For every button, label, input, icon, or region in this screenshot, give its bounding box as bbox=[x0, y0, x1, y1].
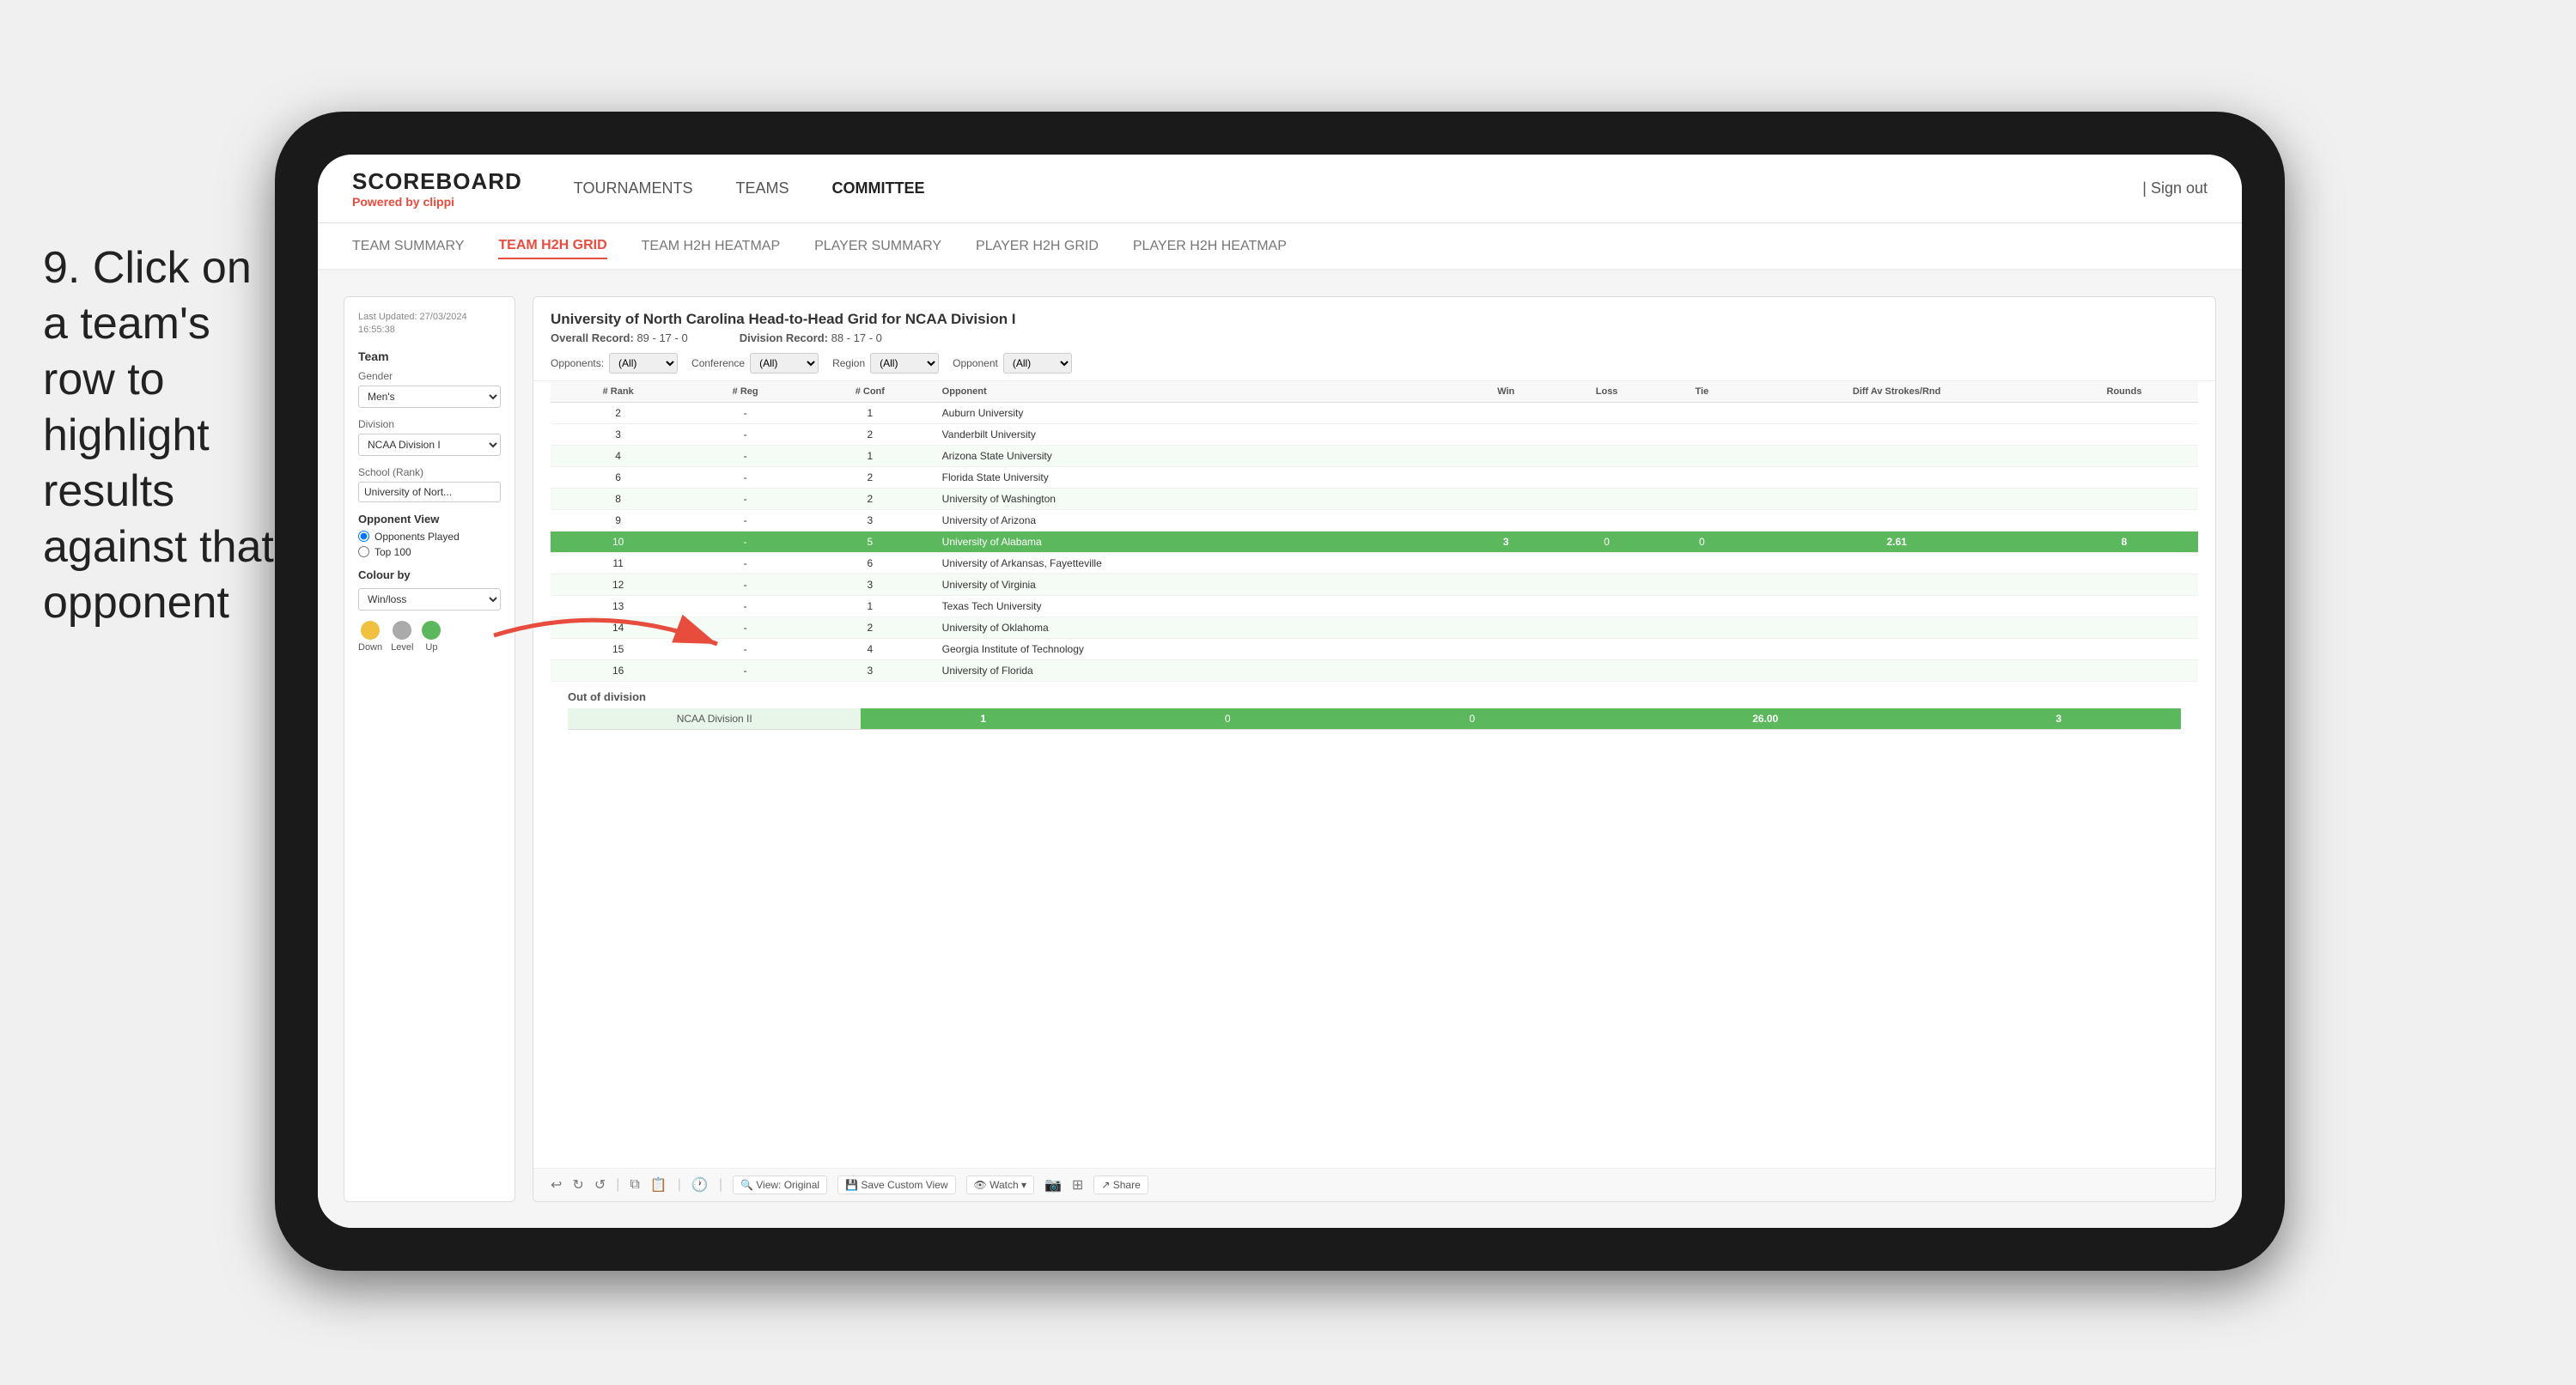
colour-by-select[interactable]: Win/loss bbox=[358, 588, 501, 610]
division-select[interactable]: NCAA Division I bbox=[358, 434, 501, 456]
table-row[interactable]: 14 - 2 University of Oklahoma bbox=[551, 617, 2198, 639]
out-division-table: NCAA Division II 1 0 0 26.00 3 bbox=[551, 708, 2198, 738]
save-custom-btn[interactable]: 💾 Save Custom View bbox=[837, 1175, 955, 1194]
grid-title: University of North Carolina Head-to-Hea… bbox=[551, 311, 2198, 328]
watch-btn[interactable]: 👁 Watch ▾ bbox=[966, 1175, 1035, 1194]
col-rank: # Rank bbox=[551, 381, 685, 403]
colour-by-title: Colour by bbox=[358, 568, 501, 581]
sign-out-link[interactable]: | Sign out bbox=[2142, 179, 2208, 197]
bottom-toolbar: ↩ ↻ ↺ | ⧉ 📋 | 🕐 | 🔍 View: Original 💾 Sav… bbox=[533, 1168, 2215, 1201]
table-row[interactable]: 4 - 1 Arizona State University bbox=[551, 446, 2198, 467]
tab-player-h2h-grid[interactable]: PLAYER H2H GRID bbox=[976, 234, 1099, 258]
table-row[interactable]: 11 - 6 University of Arkansas, Fayettevi… bbox=[551, 553, 2198, 574]
col-win: Win bbox=[1459, 381, 1553, 403]
school-label: School (Rank) bbox=[358, 466, 501, 478]
opponents-label: Opponents: bbox=[551, 357, 604, 369]
opponent-select[interactable]: (All) bbox=[1003, 353, 1072, 374]
nav-tournaments[interactable]: TOURNAMENTS bbox=[574, 175, 693, 202]
radio-opponents-played[interactable]: Opponents Played bbox=[358, 531, 501, 543]
share-btn[interactable]: ↗ Share bbox=[1093, 1175, 1148, 1194]
view-original-btn[interactable]: 🔍 View: Original bbox=[733, 1175, 827, 1194]
conference-select[interactable]: (All) bbox=[750, 353, 819, 374]
gender-label: Gender bbox=[358, 370, 501, 382]
col-conf: # Conf bbox=[805, 381, 935, 403]
left-panel: Last Updated: 27/03/2024 16:55:38 Team G… bbox=[344, 296, 515, 1202]
clock-icon[interactable]: 🕐 bbox=[691, 1176, 709, 1194]
legend: Down Level Up bbox=[358, 621, 501, 653]
table-row[interactable]: 3 - 2 Vanderbilt University bbox=[551, 424, 2198, 446]
out-division-row[interactable]: NCAA Division II 1 0 0 26.00 3 bbox=[568, 708, 2181, 730]
screenshot-icon[interactable]: 📷 bbox=[1044, 1176, 1062, 1194]
filter-region: Region (All) bbox=[832, 353, 939, 374]
out-division-data-table: NCAA Division II 1 0 0 26.00 3 bbox=[568, 708, 2181, 730]
table-row[interactable]: 12 - 3 University of Virginia bbox=[551, 574, 2198, 596]
back-icon[interactable]: ↺ bbox=[594, 1176, 606, 1194]
legend-up: Up bbox=[422, 621, 441, 653]
grid-records: Overall Record: 89 - 17 - 0 Division Rec… bbox=[551, 331, 2198, 344]
redo-icon[interactable]: ↻ bbox=[572, 1176, 583, 1194]
radio-top100[interactable]: Top 100 bbox=[358, 546, 501, 558]
school-input[interactable] bbox=[358, 482, 501, 502]
filter-conference: Conference (All) bbox=[691, 353, 819, 374]
sub-nav: TEAM SUMMARY TEAM H2H GRID TEAM H2H HEAT… bbox=[318, 223, 2242, 270]
gender-select[interactable]: Men's bbox=[358, 386, 501, 408]
table-row[interactable]: 16 - 3 University of Florida bbox=[551, 660, 2198, 682]
nav-teams[interactable]: TEAMS bbox=[735, 175, 789, 202]
right-content: University of North Carolina Head-to-Hea… bbox=[533, 296, 2216, 1202]
undo-icon[interactable]: ↩ bbox=[551, 1176, 562, 1194]
logo-powered: Powered by clippi bbox=[352, 195, 522, 209]
instruction-text: 9. Click on a team's row to highlight re… bbox=[43, 240, 283, 631]
team-section-title: Team bbox=[358, 349, 501, 363]
filter-opponents: Opponents: (All) bbox=[551, 353, 678, 374]
tab-team-h2h-heatmap[interactable]: TEAM H2H HEATMAP bbox=[642, 234, 781, 258]
paste-icon[interactable]: 📋 bbox=[650, 1176, 667, 1194]
table-row[interactable]: 15 - 4 Georgia Institute of Technology bbox=[551, 639, 2198, 660]
copy-icon[interactable]: ⧉ bbox=[630, 1177, 639, 1193]
main-content: Last Updated: 27/03/2024 16:55:38 Team G… bbox=[318, 270, 2242, 1228]
division-label: Division bbox=[358, 418, 501, 430]
table-row[interactable]: 10 - 5 University of Alabama 3 0 0 2.61 … bbox=[551, 532, 2198, 553]
logo-scoreboard: SCOREBOARD bbox=[352, 168, 522, 195]
col-reg: # Reg bbox=[685, 381, 805, 403]
out-division-label: Out of division bbox=[551, 682, 2198, 708]
col-rounds: Rounds bbox=[2050, 381, 2198, 403]
tab-player-summary[interactable]: PLAYER SUMMARY bbox=[814, 234, 941, 258]
top-nav: SCOREBOARD Powered by clippi TOURNAMENTS… bbox=[318, 155, 2242, 223]
opponents-select[interactable]: (All) bbox=[609, 353, 678, 374]
legend-down: Down bbox=[358, 621, 382, 653]
export-icon[interactable]: ⊞ bbox=[1072, 1176, 1083, 1194]
col-diff: Diff Av Strokes/Rnd bbox=[1743, 381, 2050, 403]
tablet-screen: SCOREBOARD Powered by clippi TOURNAMENTS… bbox=[318, 155, 2242, 1228]
table-row[interactable]: 2 - 1 Auburn University bbox=[551, 403, 2198, 424]
tab-team-h2h-grid[interactable]: TEAM H2H GRID bbox=[498, 234, 606, 259]
table-row[interactable]: 13 - 1 Texas Tech University bbox=[551, 596, 2198, 617]
table-row[interactable]: 6 - 2 Florida State University bbox=[551, 467, 2198, 489]
table-row[interactable]: 9 - 3 University of Arizona bbox=[551, 510, 2198, 532]
tablet-frame: SCOREBOARD Powered by clippi TOURNAMENTS… bbox=[275, 112, 2285, 1271]
tab-player-h2h-heatmap[interactable]: PLAYER H2H HEATMAP bbox=[1133, 234, 1287, 258]
last-updated: Last Updated: 27/03/2024 16:55:38 bbox=[358, 311, 501, 337]
logo-area: SCOREBOARD Powered by clippi bbox=[352, 168, 522, 209]
legend-level: Level bbox=[391, 621, 413, 653]
filter-opponent: Opponent (All) bbox=[953, 353, 1072, 374]
region-label: Region bbox=[832, 357, 865, 369]
opponent-label: Opponent bbox=[953, 357, 998, 369]
grid-table-wrapper: # Rank # Reg # Conf Opponent Win Loss Ti… bbox=[533, 381, 2215, 1168]
grid-header: University of North Carolina Head-to-Hea… bbox=[533, 297, 2215, 381]
col-tie: Tie bbox=[1661, 381, 1744, 403]
region-select[interactable]: (All) bbox=[870, 353, 939, 374]
conference-label: Conference bbox=[691, 357, 745, 369]
tab-team-summary[interactable]: TEAM SUMMARY bbox=[352, 234, 464, 258]
opponent-view-title: Opponent View bbox=[358, 513, 501, 525]
filter-row: Opponents: (All) Conference (All) Region… bbox=[551, 353, 2198, 374]
nav-committee[interactable]: COMMITTEE bbox=[832, 175, 925, 202]
col-loss: Loss bbox=[1553, 381, 1661, 403]
h2h-table: # Rank # Reg # Conf Opponent Win Loss Ti… bbox=[551, 381, 2198, 682]
table-row[interactable]: 8 - 2 University of Washington bbox=[551, 489, 2198, 510]
col-opponent: Opponent bbox=[935, 381, 1459, 403]
nav-links: TOURNAMENTS TEAMS COMMITTEE bbox=[574, 175, 2142, 202]
